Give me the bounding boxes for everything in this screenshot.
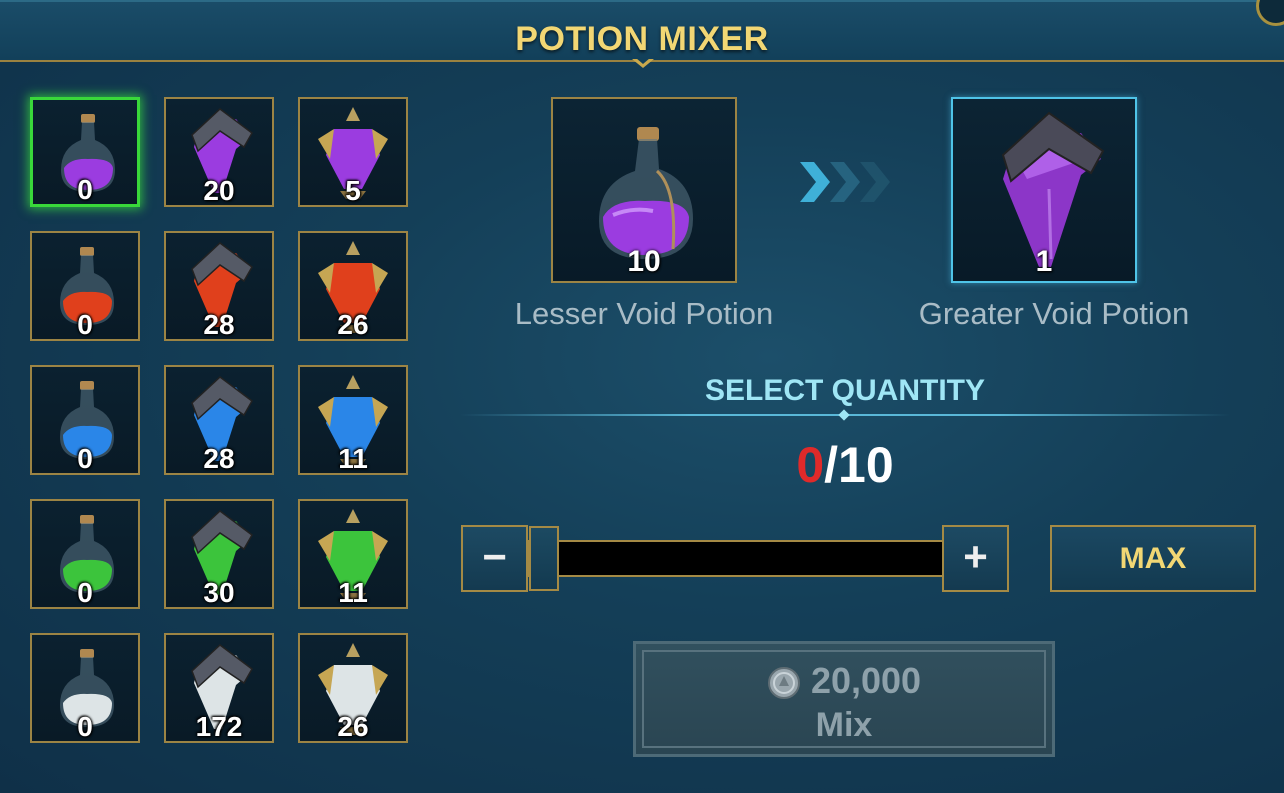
inventory-slot-lesser-spirit-potion[interactable]: 0 xyxy=(30,499,140,609)
inventory-slot-greater-arcane-potion[interactable]: 172 xyxy=(164,633,274,743)
inventory-slot-count: 172 xyxy=(195,711,243,742)
chevrons-right-icon xyxy=(800,162,890,202)
recipe-input-count: 10 xyxy=(627,245,661,278)
recipe-input-slot: 10 xyxy=(551,97,737,283)
inventory-slot-superior-magic-potion[interactable]: 11 xyxy=(298,365,408,475)
inventory-slot-count: 0 xyxy=(77,174,93,205)
page-title: POTION MIXER xyxy=(515,20,769,58)
inventory-slot-superior-spirit-potion[interactable]: 11 xyxy=(298,499,408,609)
inventory-slot-lesser-arcane-potion[interactable]: 0 xyxy=(30,633,140,743)
quantity-max: /10 xyxy=(824,437,894,493)
quantity-readout: 0/10 xyxy=(460,436,1230,494)
mix-button[interactable]: 20,000 Mix xyxy=(633,641,1055,757)
inventory-slot-superior-arcane-potion[interactable]: 26 xyxy=(298,633,408,743)
inventory-slot-count: 11 xyxy=(338,443,368,474)
inventory-slot-lesser-magic-potion[interactable]: 0 xyxy=(30,365,140,475)
inventory-slot-count: 5 xyxy=(345,175,361,206)
silver-coin-icon xyxy=(767,667,800,700)
select-quantity-label: SELECT QUANTITY xyxy=(704,374,985,407)
inventory-slot-greater-magic-potion[interactable]: 28 xyxy=(164,365,274,475)
inventory-slot-greater-spirit-potion[interactable]: 30 xyxy=(164,499,274,609)
recipe-output-slot: 1 xyxy=(951,97,1137,283)
quantity-current: 0 xyxy=(796,437,825,493)
mix-cost: 20,000 xyxy=(636,660,1052,702)
recipe-output-count: 1 xyxy=(1035,245,1053,278)
inventory-slot-count: 0 xyxy=(77,711,93,742)
inventory-slot-superior-force-potion[interactable]: 26 xyxy=(298,231,408,341)
inventory-slot-lesser-void-potion[interactable]: 0 xyxy=(30,97,140,207)
inventory-slot-greater-void-potion[interactable]: 20 xyxy=(164,97,274,207)
inventory-slot-superior-void-potion[interactable]: 5 xyxy=(298,97,408,207)
inventory-slot-count: 26 xyxy=(337,309,369,340)
recipe-input-name: Lesser Void Potion xyxy=(514,296,774,331)
inventory-slot-count: 20 xyxy=(203,175,235,206)
inventory-slot-count: 11 xyxy=(338,577,368,608)
mix-label: Mix xyxy=(815,706,873,744)
inventory-slot-count: 28 xyxy=(203,309,235,340)
mix-cost-amount: 20,000 xyxy=(810,660,922,701)
increase-quantity-button[interactable]: + xyxy=(942,525,1009,592)
inventory-slot-count: 30 xyxy=(203,577,235,608)
decrease-quantity-button[interactable]: − xyxy=(461,525,528,592)
inventory-slot-count: 0 xyxy=(77,309,93,340)
inventory-slot-count: 28 xyxy=(203,443,235,474)
max-quantity-button[interactable]: MAX xyxy=(1050,525,1256,592)
inventory-slot-count: 0 xyxy=(77,443,93,474)
inventory-slot-count: 26 xyxy=(337,711,369,742)
inventory-slot-count: 0 xyxy=(77,577,93,608)
title-notch-inner xyxy=(636,58,650,64)
quantity-slider-handle[interactable] xyxy=(529,526,559,591)
inventory-slot-lesser-force-potion[interactable]: 0 xyxy=(30,231,140,341)
quantity-divider-marker xyxy=(838,409,850,421)
quantity-slider-track[interactable] xyxy=(528,540,944,577)
recipe-output-name: Greater Void Potion xyxy=(918,296,1190,331)
inventory-slot-greater-force-potion[interactable]: 28 xyxy=(164,231,274,341)
